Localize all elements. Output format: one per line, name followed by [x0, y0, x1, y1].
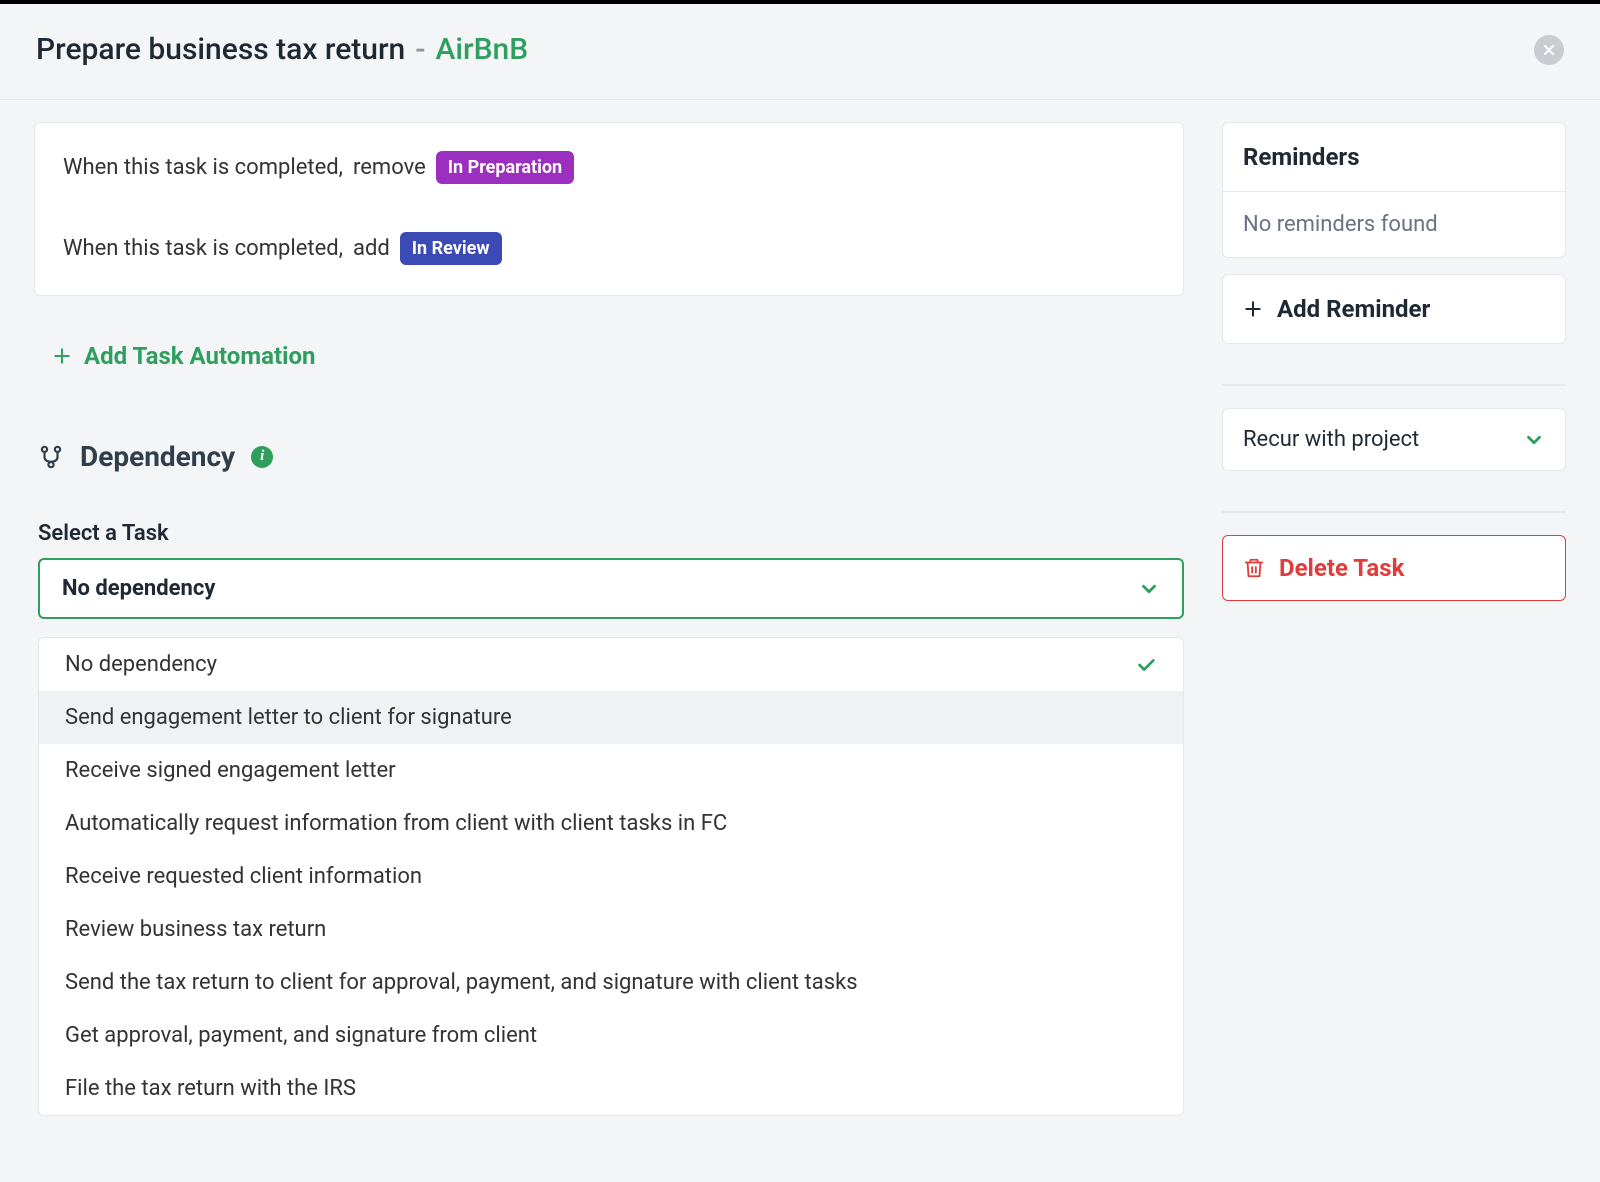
modal-header: Prepare business tax return - AirBnB: [0, 4, 1600, 100]
status-tag: In Review: [400, 232, 502, 265]
dependency-title: Dependency: [80, 440, 235, 473]
side-column: Reminders No reminders found Add Reminde…: [1222, 122, 1566, 1116]
dropdown-option-label: No dependency: [65, 652, 217, 677]
reminders-title: Reminders: [1223, 123, 1565, 192]
delete-task-button[interactable]: Delete Task: [1222, 535, 1566, 601]
title-separator: -: [415, 32, 425, 67]
modal-body: When this task is completed, remove In Pr…: [0, 100, 1600, 1116]
dependency-select-label: Select a Task: [38, 521, 1184, 546]
recur-label: Recur with project: [1243, 427, 1419, 452]
dependency-dropdown[interactable]: No dependency Send engagement letter to c…: [38, 637, 1184, 1116]
dependency-select[interactable]: No dependency: [38, 558, 1184, 619]
dependency-header: Dependency i: [38, 440, 1184, 473]
info-icon[interactable]: i: [251, 446, 273, 468]
dropdown-option-label: Receive requested client information: [65, 864, 422, 889]
dependency-section: Dependency i Select a Task No dependency…: [38, 440, 1184, 1116]
automation-rule[interactable]: When this task is completed, remove In Pr…: [63, 151, 1155, 184]
dropdown-option[interactable]: Send engagement letter to client for sig…: [39, 691, 1183, 744]
automation-prefix: When this task is completed,: [63, 236, 343, 261]
client-name[interactable]: AirBnB: [435, 32, 528, 67]
dropdown-option[interactable]: File the tax return with the IRS: [39, 1062, 1183, 1115]
add-reminder-button[interactable]: Add Reminder: [1222, 274, 1566, 344]
dropdown-option[interactable]: No dependency: [39, 638, 1183, 691]
status-tag: In Preparation: [436, 151, 574, 184]
reminders-empty: No reminders found: [1223, 192, 1565, 257]
add-automation-button[interactable]: Add Task Automation: [52, 342, 1184, 370]
add-automation-label: Add Task Automation: [84, 342, 315, 370]
plus-icon: [52, 346, 72, 366]
dropdown-option[interactable]: Send the tax return to client for approv…: [39, 956, 1183, 1009]
dropdown-option-label: Review business tax return: [65, 917, 326, 942]
main-column: When this task is completed, remove In Pr…: [34, 122, 1184, 1116]
automation-prefix: When this task is completed,: [63, 155, 343, 180]
dropdown-option-label: Get approval, payment, and signature fro…: [65, 1023, 537, 1048]
delete-task-label: Delete Task: [1279, 554, 1404, 582]
check-icon: [1135, 654, 1157, 676]
dropdown-option-label: Send engagement letter to client for sig…: [65, 705, 512, 730]
task-modal: Prepare business tax return - AirBnB Whe…: [0, 0, 1600, 1182]
dropdown-option[interactable]: Receive requested client information: [39, 850, 1183, 903]
dropdown-option[interactable]: Get approval, payment, and signature fro…: [39, 1009, 1183, 1062]
dependency-selected-value: No dependency: [62, 576, 215, 601]
chevron-down-icon: [1523, 429, 1545, 451]
trash-icon: [1243, 557, 1265, 579]
dropdown-option-label: Receive signed engagement letter: [65, 758, 396, 783]
dropdown-option-label: Send the tax return to client for approv…: [65, 970, 858, 995]
close-button[interactable]: [1534, 35, 1564, 65]
modal-title: Prepare business tax return - AirBnB: [36, 32, 528, 67]
chevron-down-icon: [1138, 578, 1160, 600]
recur-select[interactable]: Recur with project: [1222, 408, 1566, 471]
dropdown-option-label: File the tax return with the IRS: [65, 1076, 356, 1101]
close-icon: [1541, 42, 1557, 58]
automation-rules: When this task is completed, remove In Pr…: [34, 122, 1184, 296]
divider: [1222, 384, 1566, 386]
dropdown-option[interactable]: Receive signed engagement letter: [39, 744, 1183, 797]
automation-action: remove: [353, 155, 426, 180]
add-reminder-label: Add Reminder: [1277, 295, 1430, 323]
reminders-panel: Reminders No reminders found: [1222, 122, 1566, 258]
dropdown-option-label: Automatically request information from c…: [65, 811, 727, 836]
automation-action: add: [353, 236, 390, 261]
divider: [1222, 511, 1566, 513]
automation-rule[interactable]: When this task is completed, add In Revie…: [63, 232, 1155, 265]
git-branch-icon: [38, 444, 64, 470]
task-name: Prepare business tax return: [36, 32, 405, 67]
dropdown-option[interactable]: Review business tax return: [39, 903, 1183, 956]
dropdown-option[interactable]: Automatically request information from c…: [39, 797, 1183, 850]
plus-icon: [1243, 299, 1263, 319]
